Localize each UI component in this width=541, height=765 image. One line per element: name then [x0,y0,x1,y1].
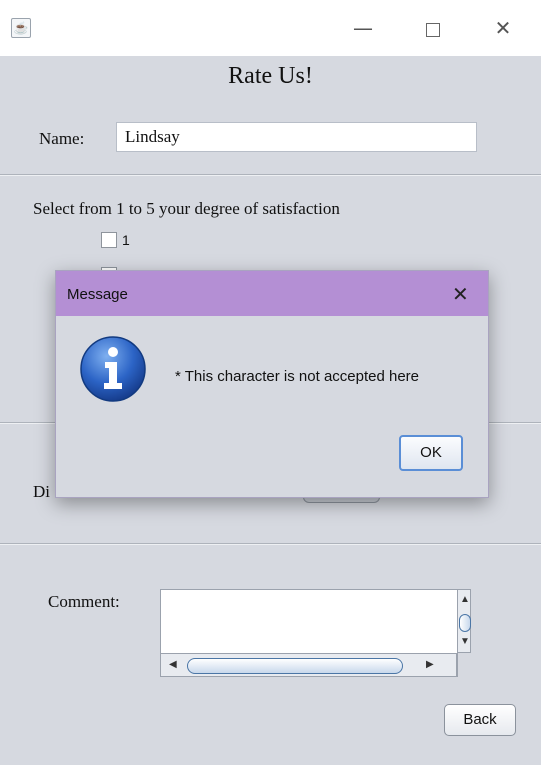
vertical-scroll-thumb[interactable] [459,614,471,632]
dialog-title: Message [67,286,128,303]
di-label: Di [33,482,50,501]
info-icon [80,336,146,402]
message-dialog: Message ✕ * This character is not accept… [55,270,489,498]
satisfaction-option-1[interactable]: 1 [101,231,130,251]
page-title: Rate Us! [228,63,313,89]
separator [0,543,541,545]
maximize-icon [426,22,440,37]
ok-button[interactable]: OK [399,435,463,471]
scroll-up-arrow-icon[interactable]: ▲ [460,594,470,605]
checkbox-1-label: 1 [122,231,130,248]
scroll-left-arrow-icon[interactable]: ◀ [169,659,177,670]
satisfaction-label: Select from 1 to 5 your degree of satisf… [33,199,340,218]
horizontal-scroll-thumb[interactable] [187,658,403,674]
checkbox-1[interactable] [101,231,117,248]
name-label: Name: [39,129,85,148]
close-window-button[interactable]: ✕ [480,14,526,42]
comment-vertical-scrollbar[interactable]: ▲ ▼ [457,589,471,653]
scroll-right-arrow-icon[interactable]: ▶ [426,659,434,670]
dialog-titlebar: Message ✕ [56,271,488,316]
scroll-down-arrow-icon[interactable]: ▼ [460,636,470,647]
dialog-message: * This character is not accepted here [175,368,420,385]
minimize-button[interactable]: — [340,14,386,42]
name-input[interactable]: Lindsay [116,122,477,152]
back-button[interactable]: Back [444,704,516,736]
maximize-button[interactable] [410,14,456,42]
comment-label: Comment: [48,592,120,611]
separator [0,174,541,176]
window-titlebar: ☕ — ✕ [0,0,541,56]
java-app-icon: ☕ [11,18,31,38]
comment-horizontal-scrollbar[interactable]: ◀ ▶ [160,653,457,677]
dialog-close-icon[interactable]: ✕ [452,282,469,306]
